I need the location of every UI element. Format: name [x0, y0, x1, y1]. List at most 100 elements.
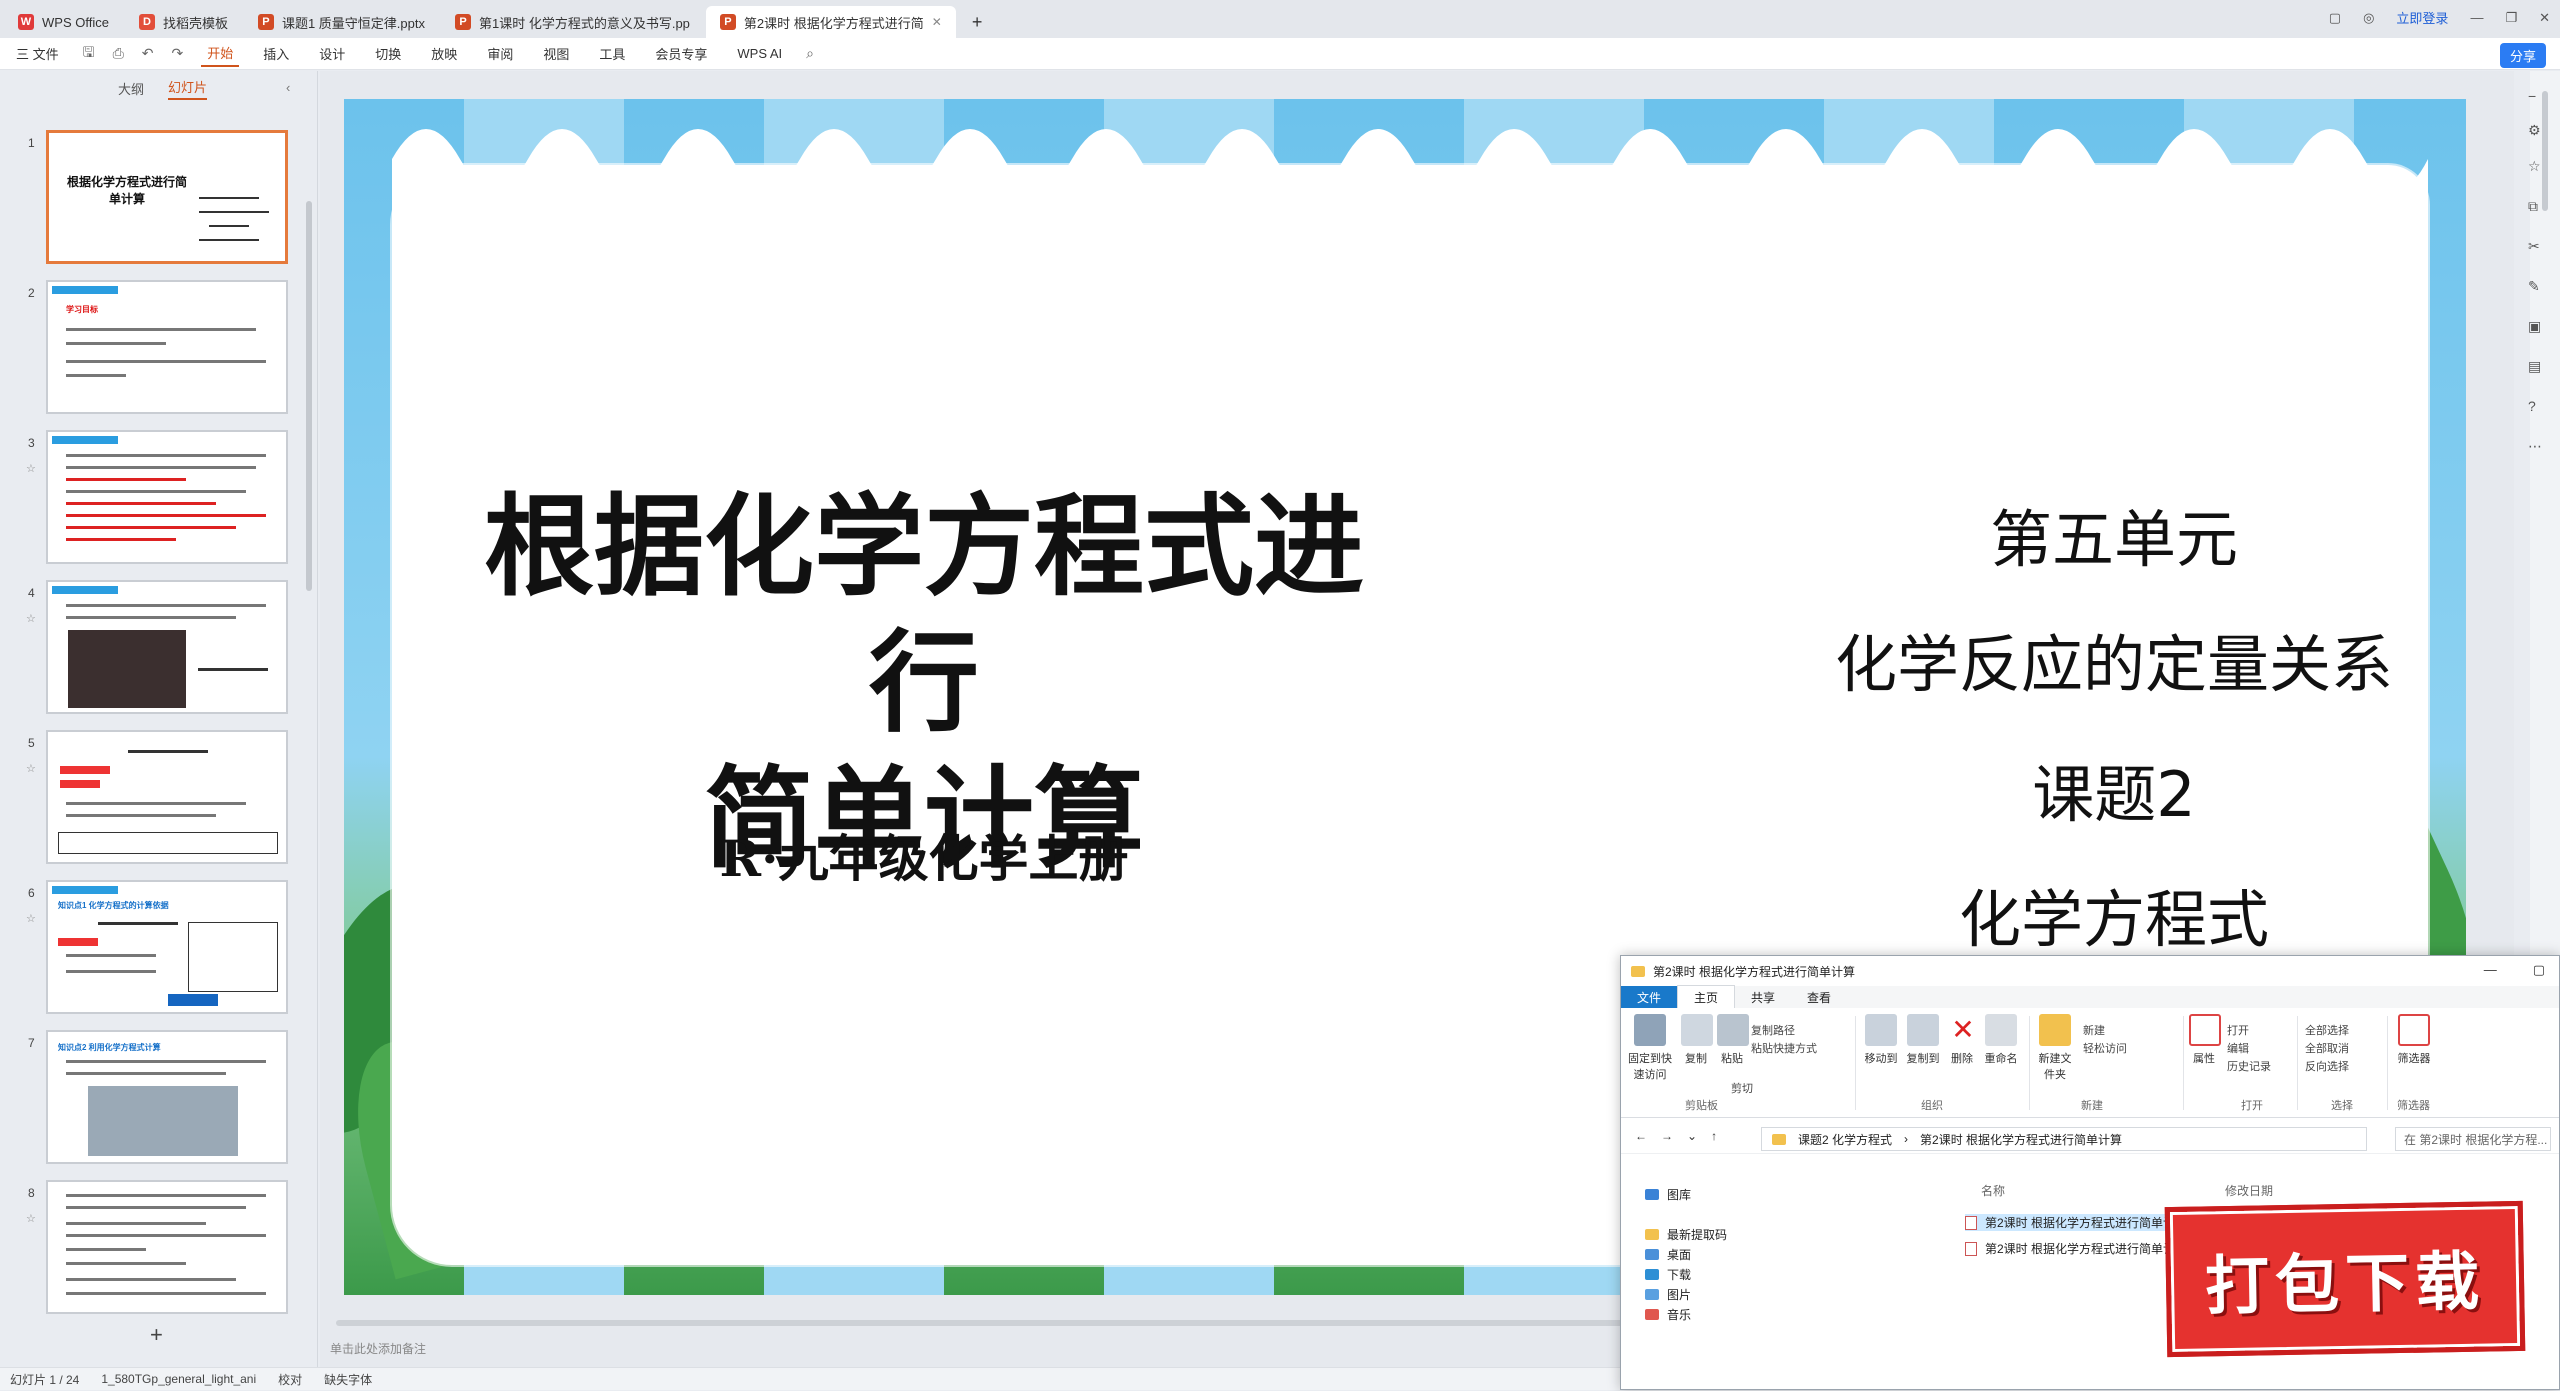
thumbnail-slide-8[interactable]	[46, 1180, 288, 1314]
column-name[interactable]: 名称	[1981, 1182, 2005, 1199]
address-bar[interactable]: 课题2 化学方程式 › 第2课时 根据化学方程式进行简单计算	[1761, 1127, 2367, 1151]
copy-button[interactable]: 复制	[1681, 1014, 1713, 1066]
copy-path-button[interactable]: 复制路径	[1751, 1022, 1795, 1038]
undo-icon[interactable]: ↶	[142, 45, 154, 62]
paste-button[interactable]: 粘贴	[1717, 1014, 1749, 1066]
tab-ppt-1[interactable]: P 课题1 质量守恒定律.pptx	[244, 6, 439, 38]
history-button[interactable]: 历史记录	[2227, 1058, 2271, 1074]
menu-item-transition[interactable]: 切换	[369, 41, 407, 66]
login-button[interactable]: 立即登录	[2396, 8, 2448, 27]
delete-button[interactable]: ✕ 删除	[1947, 1014, 1977, 1066]
paste-shortcut-button[interactable]: 粘贴快捷方式	[1751, 1040, 1817, 1056]
star-icon[interactable]: ☆	[26, 912, 36, 925]
notes-field[interactable]: 单击此处添加备注	[330, 1340, 426, 1357]
tab-share[interactable]: 共享	[1735, 986, 1791, 1009]
horizontal-scrollbar[interactable]	[336, 1320, 1636, 1326]
new-tab-button[interactable]: +	[958, 6, 997, 38]
back-icon[interactable]: ←	[1635, 1129, 1647, 1143]
open-button[interactable]: 打开	[2227, 1022, 2249, 1038]
tab-slides[interactable]: 幻灯片	[168, 77, 208, 100]
thumbnail-slide-4[interactable]	[46, 580, 288, 714]
theme-name[interactable]: 1_580TGp_general_light_ani	[101, 1372, 256, 1386]
nav-item-downloads[interactable]: 下载	[1645, 1266, 1691, 1283]
menu-item-tools[interactable]: 工具	[593, 41, 631, 66]
star-icon[interactable]: ☆	[26, 612, 36, 625]
move-to-button[interactable]: 移动到	[1863, 1014, 1899, 1066]
thumbnail-slide-7[interactable]: 知识点2 利用化学方程式计算	[46, 1030, 288, 1164]
tab-ppt-3-active[interactable]: P 第2课时 根据化学方程式进行简 ✕	[705, 6, 956, 38]
copy-icon[interactable]: ⧉	[2528, 198, 2538, 215]
more-icon[interactable]: ⋯	[2528, 438, 2542, 455]
print-icon[interactable]: ⎙	[113, 45, 124, 62]
new-folder-button[interactable]: 新建文件夹	[2035, 1014, 2075, 1082]
topic-text[interactable]: 化学反应的定量关系	[1764, 614, 2464, 704]
up-icon[interactable]: ↑	[1711, 1129, 1717, 1143]
edit-button[interactable]: 编辑	[2227, 1040, 2249, 1056]
tab-view[interactable]: 查看	[1791, 986, 1847, 1009]
search-icon[interactable]: ⌕	[806, 45, 814, 62]
menu-item-home[interactable]: 开始	[201, 40, 240, 67]
unit-text[interactable]: 第五单元	[1764, 489, 2464, 579]
restore-icon[interactable]: ❐	[2505, 10, 2517, 26]
search-input[interactable]: 在 第2课时 根据化学方程...	[2395, 1127, 2551, 1151]
star-icon[interactable]: ☆	[26, 462, 36, 475]
recent-icon[interactable]: ⌄	[1687, 1129, 1697, 1143]
minimize-icon[interactable]: —	[2484, 962, 2497, 978]
easy-access-button[interactable]: 轻松访问	[2083, 1040, 2127, 1056]
menu-item-insert[interactable]: 插入	[257, 41, 295, 66]
thumbnail-slide-5[interactable]	[46, 730, 288, 864]
menu-item-wps-ai[interactable]: WPS AI	[731, 43, 788, 64]
close-icon[interactable]: ✕	[932, 15, 942, 29]
redo-icon[interactable]: ↷	[172, 45, 184, 62]
thumbnail-slide-1[interactable]: 根据化学方程式进行简单计算	[46, 130, 288, 264]
slide-subtitle[interactable]: R·九年级化学上册	[474, 819, 1374, 891]
star-icon[interactable]: ☆	[26, 1212, 36, 1225]
column-date[interactable]: 修改日期	[2225, 1182, 2273, 1199]
menu-item-view[interactable]: 视图	[537, 41, 575, 66]
download-package-badge[interactable]: 打包下载	[2164, 1200, 2526, 1358]
nav-item-desktop[interactable]: 桌面	[1645, 1246, 1691, 1263]
thumbnail-slide-2[interactable]: 学习目标	[46, 280, 288, 414]
frame-icon[interactable]: ▣	[2528, 318, 2541, 335]
forward-icon[interactable]: →	[1661, 1129, 1673, 1143]
menu-item-member[interactable]: 会员专享	[649, 41, 713, 66]
copy-to-button[interactable]: 复制到	[1905, 1014, 1941, 1066]
tab-file[interactable]: 文件	[1621, 985, 1678, 1009]
lesson-text[interactable]: 课题2	[1764, 744, 2464, 834]
nav-item-music[interactable]: 音乐	[1645, 1306, 1691, 1323]
breadcrumb-item[interactable]: 课题2 化学方程式	[1798, 1131, 1892, 1148]
pane-scrollbar[interactable]	[306, 201, 312, 591]
vertical-scrollbar[interactable]	[2542, 91, 2548, 211]
close-window-icon[interactable]: ✕	[2539, 10, 2550, 26]
select-none-button[interactable]: 全部取消	[2305, 1040, 2349, 1056]
nav-item-pictures[interactable]: 图片	[1645, 1286, 1691, 1303]
share-button[interactable]: 分享	[2499, 43, 2546, 68]
menu-item-review[interactable]: 审阅	[481, 41, 519, 66]
rename-button[interactable]: 重命名	[1983, 1014, 2019, 1066]
tab-wps-office[interactable]: W WPS Office	[4, 6, 123, 38]
star-icon[interactable]: ☆	[2528, 158, 2541, 175]
sliders-icon[interactable]: ⚙	[2528, 122, 2541, 139]
tools-icon[interactable]: ✂	[2528, 238, 2540, 255]
collapse-pane-icon[interactable]: ‹	[286, 80, 290, 95]
thumbnail-slide-3[interactable]	[46, 430, 288, 564]
skin-icon[interactable]: ◎	[2363, 10, 2374, 26]
minimize-icon[interactable]: —	[2470, 10, 2483, 25]
file-menu[interactable]: 三 文件	[10, 41, 65, 66]
breadcrumb-item[interactable]: 第2课时 根据化学方程式进行简单计算	[1920, 1131, 2122, 1148]
invert-selection-button[interactable]: 反向选择	[2305, 1058, 2349, 1074]
help-icon[interactable]: ?	[2528, 398, 2536, 414]
new-item-button[interactable]: 新建	[2083, 1022, 2105, 1038]
thumbnail-slide-6[interactable]: 知识点1 化学方程式的计算依据	[46, 880, 288, 1014]
book-icon[interactable]: ▤	[2528, 358, 2541, 375]
nav-item-gallery[interactable]: 图库	[1645, 1186, 1691, 1203]
minus-icon[interactable]: −	[2528, 88, 2536, 104]
file-row[interactable]: 第2课时 根据化学方程式进行简单计算	[1965, 1240, 2187, 1257]
filter-button[interactable]: 筛选器	[2397, 1014, 2431, 1066]
properties-button[interactable]: 属性	[2189, 1014, 2221, 1066]
missing-font-button[interactable]: 缺失字体	[324, 1371, 372, 1388]
save-icon[interactable]: 🖫	[83, 42, 95, 66]
tab-docer[interactable]: D 找稻壳模板	[125, 6, 242, 38]
menu-item-design[interactable]: 设计	[313, 41, 351, 66]
pen-icon[interactable]: ✎	[2528, 278, 2540, 295]
